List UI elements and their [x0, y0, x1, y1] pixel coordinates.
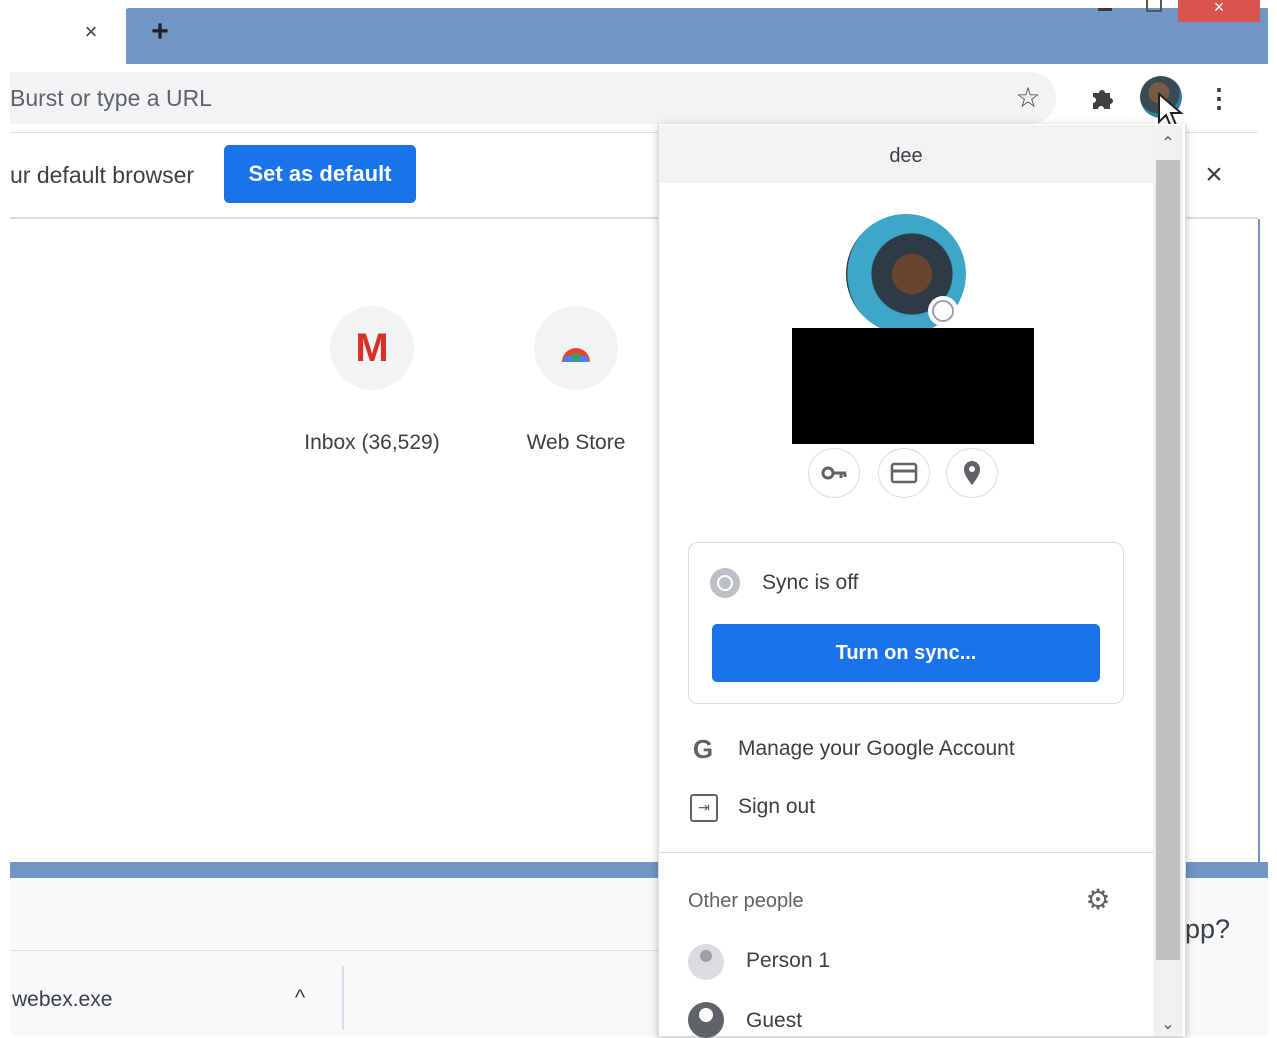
person-avatar-icon	[688, 944, 724, 980]
infobar-message: ur default browser	[10, 162, 195, 188]
sync-off-icon	[710, 568, 740, 598]
shortcut-label[interactable]: Web Store	[506, 428, 646, 458]
chevron-up-icon[interactable]: ^	[286, 984, 314, 1012]
sync-status-text: Sync is off	[762, 571, 859, 594]
divider	[10, 950, 660, 951]
extensions-puzzle-icon[interactable]	[1084, 80, 1120, 116]
scroll-down-arrow-icon[interactable]: ⌄	[1153, 1014, 1183, 1036]
scroll-up-arrow-icon[interactable]: ⌃	[1153, 130, 1183, 158]
maximize-button[interactable]	[1142, 0, 1164, 14]
panel-divider	[659, 852, 1153, 853]
payment-card-icon[interactable]	[878, 448, 930, 498]
scrollbar-thumb[interactable]	[1156, 160, 1180, 960]
shortcut-label[interactable]: Inbox (36,529)	[290, 428, 454, 458]
other-people-heading: Other people	[688, 890, 804, 912]
chrome-menu-icon[interactable]: ⋮	[1204, 80, 1234, 116]
turn-on-sync-button[interactable]: Turn on sync...	[712, 624, 1100, 682]
passwords-key-icon[interactable]	[808, 448, 860, 498]
sync-paused-badge-icon	[928, 296, 958, 326]
redacted-account-info	[792, 328, 1034, 444]
sign-out-icon: ⇥	[690, 794, 718, 822]
sign-out-link[interactable]: Sign out	[738, 792, 815, 822]
google-g-icon: G	[692, 734, 714, 764]
new-tab-button[interactable]: +	[144, 16, 176, 48]
download-shelf-divider	[342, 966, 344, 1030]
profile-item-person-1[interactable]: Person 1	[746, 946, 830, 976]
window-close-button[interactable]: ×	[1178, 0, 1260, 22]
gear-icon[interactable]: ⚙	[1082, 884, 1114, 916]
manage-google-account-link[interactable]: Manage your Google Account	[738, 734, 1015, 764]
location-pin-icon[interactable]	[946, 448, 998, 498]
minimize-button[interactable]	[1094, 0, 1116, 14]
download-filename[interactable]: webex.exe	[12, 984, 112, 1016]
tab-close-button[interactable]: ×	[78, 18, 104, 46]
set-as-default-button[interactable]: Set as default	[224, 145, 416, 203]
omnibox-placeholder[interactable]: Burst or type a URL	[10, 80, 212, 116]
bookmark-star-icon[interactable]: ☆	[1010, 80, 1046, 116]
profile-item-guest[interactable]: Guest	[746, 1006, 802, 1036]
profile-name: dee	[889, 145, 923, 167]
guest-avatar-icon	[688, 1002, 724, 1038]
web-store-icon	[556, 332, 596, 368]
gmail-icon: M	[355, 326, 389, 370]
infobar-close-button[interactable]: ×	[1198, 158, 1230, 192]
tab-strip-background	[120, 8, 1268, 64]
active-tab[interactable]	[10, 8, 126, 64]
